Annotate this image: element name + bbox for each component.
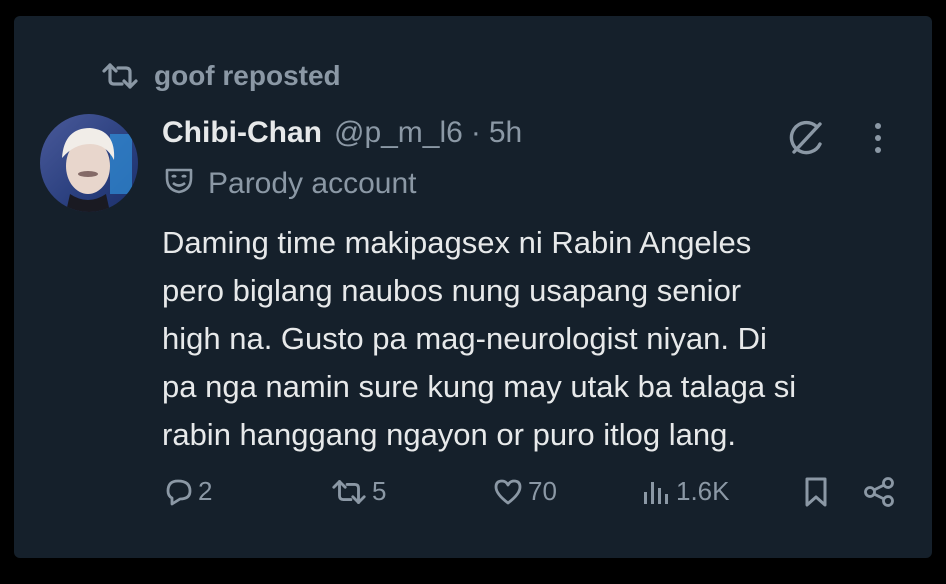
tweet-header: Chibi-Chan @p_m_l6 · 5h: [162, 116, 522, 150]
more-options-icon[interactable]: [868, 118, 888, 158]
tweet-text: Daming time makipagsex ni Rabin Angeles …: [162, 225, 797, 452]
repost-label: goof reposted: [154, 60, 341, 91]
repost-header: goof reposted: [100, 60, 341, 92]
views-count: 1.6K: [676, 476, 730, 506]
timestamp[interactable]: 5h: [489, 116, 522, 150]
author-name[interactable]: Chibi-Chan: [162, 116, 322, 150]
repost-icon: [100, 62, 140, 90]
action-bar: 2 5 70 1.6K: [162, 476, 898, 516]
parody-text: Parody account: [208, 167, 417, 200]
grok-icon[interactable]: [784, 116, 828, 160]
separator-dot: ·: [470, 116, 481, 149]
parody-label: Parody account: [164, 166, 416, 202]
repost-count: 5: [372, 476, 387, 506]
heart-icon: [492, 478, 524, 506]
bookmark-icon: [802, 476, 830, 508]
repost-action-icon: [330, 478, 368, 506]
views-button[interactable]: 1.6K: [642, 476, 730, 507]
avatar[interactable]: [40, 114, 138, 212]
views-icon: [642, 478, 672, 506]
share-button[interactable]: [862, 476, 896, 508]
reply-icon: [162, 477, 194, 507]
bookmark-button[interactable]: [802, 476, 830, 508]
tweet-card[interactable]: goof reposted Chibi-Chan @p_m_l6 · 5h Pa…: [14, 16, 932, 558]
mask-icon: [164, 166, 194, 202]
author-handle[interactable]: @p_m_l6: [334, 116, 463, 150]
like-button[interactable]: 70: [492, 476, 557, 507]
repost-button[interactable]: 5: [330, 476, 386, 507]
reply-button[interactable]: 2: [162, 476, 212, 507]
like-count: 70: [528, 476, 557, 506]
reply-count: 2: [198, 476, 213, 506]
share-icon: [862, 476, 896, 508]
